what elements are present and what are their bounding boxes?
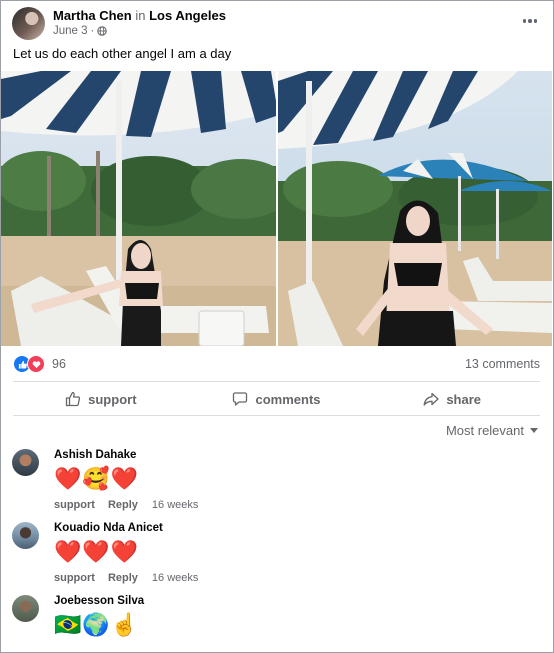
love-reaction-icon — [27, 355, 45, 373]
comment-time: 16 weeks — [151, 572, 199, 584]
commenter-avatar[interactable] — [12, 449, 39, 476]
comment-actions: support Reply 16 weeks — [54, 572, 198, 584]
share-arrow-icon — [423, 392, 439, 406]
location-link[interactable]: Los Angeles — [149, 8, 226, 23]
reaction-count: 96 — [52, 357, 66, 371]
commenter-avatar[interactable] — [12, 595, 39, 622]
more-dot — [533, 19, 538, 23]
post-header: Martha Chen in Los Angeles June 3 · — [12, 7, 542, 41]
share-button[interactable]: share — [364, 384, 540, 414]
share-label: share — [446, 391, 482, 407]
commenter-name[interactable]: Joebesson Silva — [54, 595, 144, 607]
author-line: Martha Chen in Los Angeles — [53, 8, 226, 23]
globe-icon — [97, 26, 108, 36]
comment-time: 16 weeks — [151, 499, 199, 511]
beach-photo-right[interactable] — [278, 71, 552, 346]
comment-sort-dropdown[interactable]: Most relevant — [446, 423, 538, 438]
comment-item: Joebesson Silva 🇧🇷🌍☝️ — [12, 595, 532, 651]
reaction-bar: 96 13 comments — [13, 355, 540, 375]
beach-photo-left-image — [1, 71, 276, 346]
comment-support-link[interactable]: support — [54, 572, 95, 584]
post-meta: June 3 · — [53, 25, 108, 37]
heart-icon — [32, 360, 40, 368]
comment-text: 🇧🇷🌍☝️ — [54, 612, 140, 637]
comment-count-link[interactable]: 13 comments — [465, 357, 540, 371]
support-label: support — [88, 391, 137, 407]
sort-label: Most relevant — [445, 423, 524, 438]
commenter-avatar[interactable] — [12, 522, 39, 549]
comment-actions: support Reply 16 weeks — [54, 499, 198, 511]
comment-item: Ashish Dahake ❤️🥰❤️ support Reply 16 wee… — [12, 449, 532, 519]
author-avatar[interactable] — [12, 7, 45, 40]
divider-bottom — [13, 415, 540, 416]
thumbs-up-icon — [18, 360, 27, 369]
comment-support-link[interactable]: support — [54, 499, 95, 511]
comment-item: Kouadio Nda Anicet ❤️❤️❤️ support Reply … — [12, 522, 532, 592]
comments-label: comments — [255, 391, 321, 407]
more-options-button[interactable] — [518, 11, 542, 31]
comment-reply-link[interactable]: Reply — [108, 572, 138, 584]
reaction-summary[interactable]: 96 — [13, 355, 66, 373]
beach-photo-right-image — [278, 71, 552, 346]
author-name[interactable]: Martha Chen — [53, 8, 132, 23]
comment-reply-link[interactable]: Reply — [108, 499, 138, 511]
beach-photo-left[interactable] — [1, 71, 276, 346]
comment-bubble-icon — [233, 392, 248, 406]
support-button[interactable]: support — [13, 384, 189, 414]
more-dot — [528, 19, 532, 23]
more-dot — [522, 19, 527, 23]
comment-text: ❤️❤️❤️ — [54, 539, 140, 564]
post-caption: Let us do each other angel I am a day — [13, 46, 232, 61]
chevron-down-icon — [530, 428, 538, 433]
in-word: in — [135, 8, 146, 23]
commenter-name[interactable]: Kouadio Nda Anicet — [54, 522, 163, 534]
commenter-name[interactable]: Ashish Dahake — [54, 449, 136, 461]
meta-dot: · — [90, 25, 95, 37]
divider-top — [13, 381, 540, 382]
comments-button[interactable]: comments — [189, 384, 365, 414]
comment-text: ❤️🥰❤️ — [54, 466, 140, 491]
post-date[interactable]: June 3 — [53, 25, 88, 37]
post-actions: support comments share — [13, 384, 540, 414]
thumbs-up-outline-icon — [65, 391, 81, 407]
